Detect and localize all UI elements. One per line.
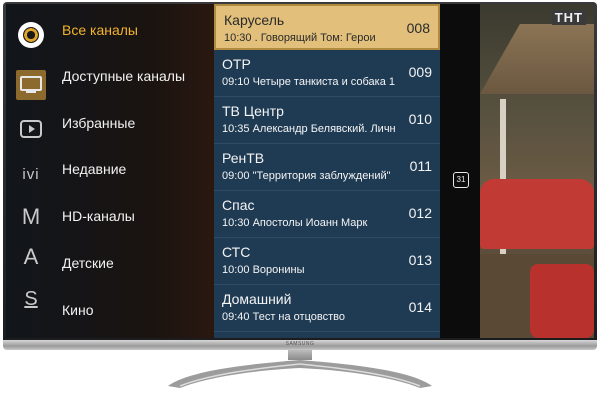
channel-row[interactable]: СТС 10:00 Воронины 013 [214,238,440,285]
tv-brand-label: SAMSUNG [285,341,315,347]
channel-number: 012 [408,205,432,221]
channel-name: РенТВ [222,150,265,166]
menu-item-kids[interactable]: Детские [62,255,114,271]
channel-program: 10:35 Александр Белявский. Личн [222,123,396,135]
channel-number: 011 [409,158,432,174]
channel-name: ТВ Центр [222,103,284,119]
channel-program: 09:00 "Территория заблуждений" [222,170,391,182]
channel-program: 09:40 Тест на отцовство [222,311,345,323]
channel-row[interactable]: Карусель 10:30 . Говорящий Том: Герои 00… [214,4,440,50]
channel-number: 014 [408,299,432,315]
calendar-icon[interactable]: 31 [453,172,469,188]
channel-number: 013 [408,252,432,268]
sidebar-menu: ivi M A S Все каналы Доступные каналы Из… [6,4,214,338]
channel-row[interactable]: РенТВ 09:00 "Территория заблуждений" 011 [214,144,440,191]
logo-icon [18,22,44,48]
channel-name: ОТР [222,56,251,72]
channel-preview[interactable]: ТНТ 31 [440,4,594,338]
channel-program: 10:30 . Говорящий Том: Герои [224,32,376,44]
play-icon[interactable] [16,114,46,144]
channel-number: 009 [408,64,432,80]
tv-icon[interactable] [16,70,46,100]
preview-dark-band [440,4,480,338]
channel-program: 10:30 Апостолы Иоанн Марк [222,217,368,229]
channel-row[interactable]: ТВ Центр 10:35 Александр Белявский. Личн… [214,97,440,144]
m-icon[interactable]: M [16,202,46,232]
channel-number: 008 [406,20,430,36]
menu-item-favorites[interactable]: Избранные [62,115,135,131]
channel-name: СТС [222,244,251,260]
channel-number: 010 [408,111,432,127]
menu-item-recent[interactable]: Недавние [62,161,126,177]
channel-row[interactable]: Спас 10:30 Апостолы Иоанн Марк 012 [214,191,440,238]
channel-name: Карусель [224,12,285,28]
a-icon[interactable]: A [16,242,46,272]
channel-program: 09:10 Четыре танкиста и собака 1 [222,76,396,88]
menu-item-movies[interactable]: Кино [62,302,94,318]
menu-item-hd-channels[interactable]: HD-каналы [62,208,135,224]
channel-name: Домашний [222,291,292,307]
tv-screen: ivi M A S Все каналы Доступные каналы Из… [6,4,594,338]
ivi-icon[interactable]: ivi [16,159,46,189]
preview-roof [480,24,594,94]
channel-list: Карусель 10:30 . Говорящий Том: Герои 00… [214,4,440,338]
preview-sofa-front [530,264,594,338]
channel-row[interactable]: Домашний 09:40 Тест на отцовство 014 [214,285,440,332]
s-icon[interactable]: S [16,284,46,314]
preview-sofa [480,179,594,249]
menu-item-available-channels[interactable]: Доступные каналы [62,68,185,84]
channel-row[interactable]: ОТР 09:10 Четыре танкиста и собака 1 009 [214,50,440,97]
channel-logo: ТНТ [551,10,586,25]
menu-item-all-channels[interactable]: Все каналы [62,22,138,38]
channel-program: 10:00 Воронины [222,264,305,276]
channel-name: Спас [222,197,255,213]
tv-stand [168,360,432,388]
